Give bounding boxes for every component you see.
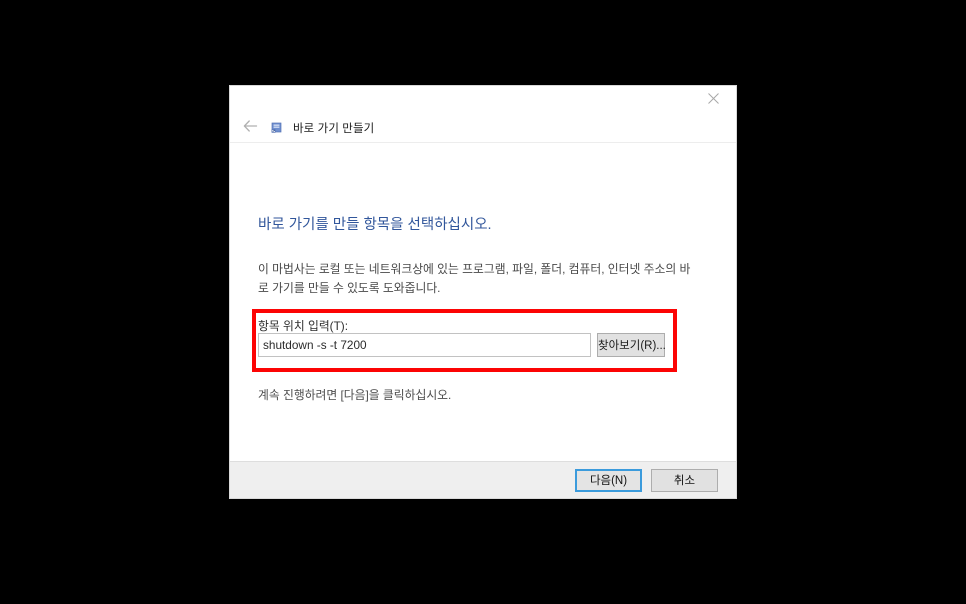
close-button[interactable] [691, 86, 736, 111]
dialog-footer: 다음(N) 취소 [230, 461, 736, 498]
close-icon [708, 93, 719, 104]
back-arrow-icon [243, 119, 258, 137]
dialog-navbar: 바로 가기 만들기 [230, 113, 736, 143]
continue-instruction: 계속 진행하려면 [다음]을 클릭하십시오. [258, 388, 452, 402]
location-field-label: 항목 위치 입력(T): [258, 319, 349, 333]
dialog-title: 바로 가기 만들기 [293, 122, 375, 135]
page-heading: 바로 가기를 만들 항목을 선택하십시오. [258, 217, 492, 233]
create-shortcut-wizard-dialog: 바로 가기 만들기 바로 가기를 만들 항목을 선택하십시오. 이 마법사는 로… [230, 86, 736, 498]
dialog-body: 바로 가기를 만들 항목을 선택하십시오. 이 마법사는 로컬 또는 네트워크상… [230, 143, 736, 461]
shortcut-icon [267, 118, 285, 138]
browse-button[interactable]: 찾아보기(R)... [597, 333, 666, 357]
cancel-button[interactable]: 취소 [651, 468, 718, 492]
location-field-row: 찾아보기(R)... [258, 333, 666, 357]
back-button[interactable] [239, 117, 261, 139]
dialog-titlebar [230, 86, 736, 113]
screen-backdrop: 바로 가기 만들기 바로 가기를 만들 항목을 선택하십시오. 이 마법사는 로… [0, 0, 966, 604]
page-description: 이 마법사는 로컬 또는 네트워크상에 있는 프로그램, 파일, 폴더, 컴퓨터… [258, 262, 691, 295]
next-button[interactable]: 다음(N) [575, 468, 642, 492]
location-input[interactable] [258, 333, 591, 357]
